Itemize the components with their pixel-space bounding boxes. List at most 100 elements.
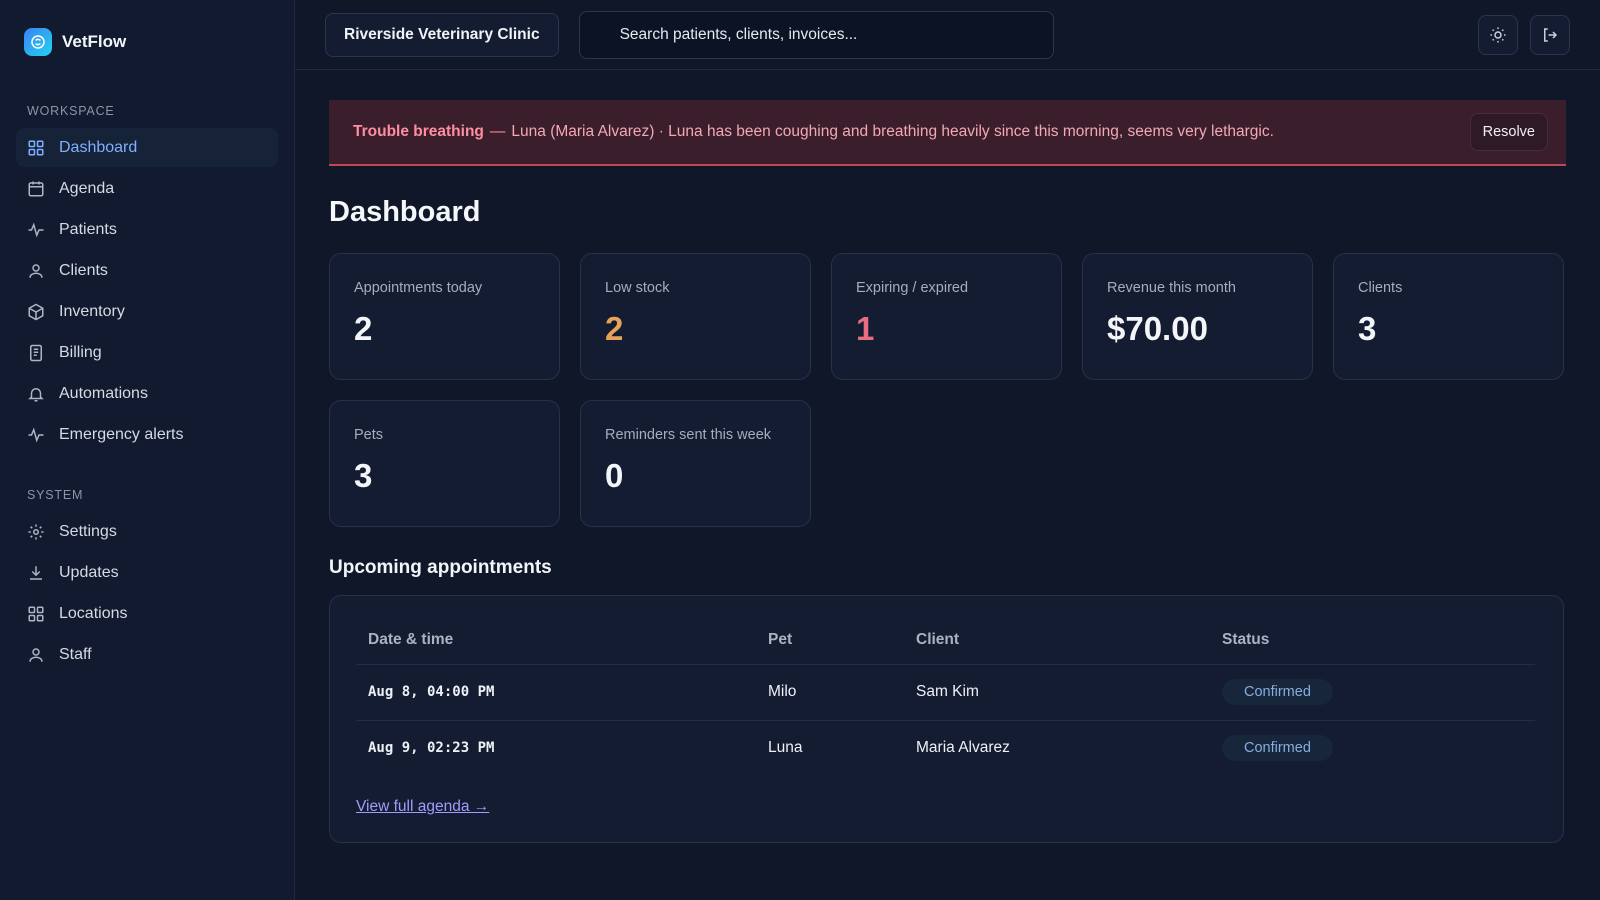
- top-actions: [1478, 14, 1570, 55]
- calendar-icon: [28, 181, 44, 196]
- receipt-icon: [30, 344, 42, 361]
- sidebar-item-emergency-alerts[interactable]: Emergency alerts: [16, 415, 278, 454]
- sidebar: VetFlow WORKSPACE Dashboard Agenda Patie…: [0, 0, 295, 900]
- logout-icon: [1544, 27, 1558, 42]
- stat-label: Expiring / expired: [856, 280, 969, 296]
- box-icon: [28, 303, 44, 320]
- appointments-card: Date & time Pet Client Status Aug 8, 04:…: [329, 595, 1564, 843]
- column-header-status: Status: [1210, 616, 1535, 665]
- stat-value: 3: [354, 457, 373, 494]
- stat-value: 3: [1358, 310, 1377, 347]
- brand-name: VetFlow: [62, 32, 127, 51]
- download-icon: [30, 565, 42, 580]
- appointment-datetime: Aug 9, 02:23 PM: [368, 740, 495, 757]
- appointment-pet: Luna: [768, 739, 803, 757]
- workspace-section-label: WORKSPACE: [27, 104, 115, 118]
- sidebar-item-label: Inventory: [59, 302, 125, 320]
- sidebar-item-inventory[interactable]: Inventory: [16, 292, 278, 331]
- appointments-table: Date & time Pet Client Status Aug 8, 04:…: [356, 616, 1535, 776]
- dashboard-content: Trouble breathing — Luna (Maria Alvarez)…: [295, 70, 1600, 843]
- emergency-alert-banner: Trouble breathing — Luna (Maria Alvarez)…: [329, 100, 1566, 166]
- stat-card-revenue[interactable]: Revenue this month $70.00: [1082, 253, 1313, 380]
- search-input[interactable]: [578, 10, 1054, 59]
- alert-text: Luna (Maria Alvarez) · Luna has been cou…: [511, 123, 1274, 140]
- sidebar-item-label: Patients: [59, 220, 117, 238]
- sidebar-item-staff[interactable]: Staff: [16, 635, 278, 674]
- pulse-icon: [28, 222, 44, 237]
- bell-icon: [28, 387, 44, 401]
- pulse-icon: [28, 427, 44, 442]
- main-area: Riverside Veterinary Clinic Trouble brea…: [295, 0, 1600, 900]
- brand[interactable]: VetFlow: [16, 0, 278, 84]
- page-title: Dashboard: [329, 196, 481, 228]
- appointment-status-cell: Confirmed: [1210, 664, 1535, 721]
- appointment-pet: Milo: [756, 664, 904, 721]
- sidebar-item-label: Emergency alerts: [59, 425, 184, 443]
- sidebar-item-label: Staff: [59, 645, 92, 663]
- stat-label: Reminders sent this week: [605, 427, 772, 443]
- sidebar-item-clients[interactable]: Clients: [16, 251, 278, 290]
- sidebar-item-label: Automations: [59, 384, 148, 402]
- table-row[interactable]: Aug 9, 02:23 PM Luna Maria Alvarez Confi…: [356, 720, 1535, 776]
- stat-label: Appointments today: [354, 280, 483, 296]
- status-badge: Confirmed: [1222, 679, 1333, 705]
- grid-icon: [28, 140, 44, 155]
- sidebar-item-label: Agenda: [59, 179, 115, 197]
- sidebar-item-label: Clients: [59, 261, 108, 279]
- appointment-client: Sam Kim: [904, 664, 1210, 721]
- sidebar-item-settings[interactable]: Settings: [16, 512, 278, 551]
- alert-title: Trouble breathing: [353, 123, 484, 140]
- sidebar-item-locations[interactable]: Locations: [16, 594, 278, 633]
- alert-separator: —: [489, 123, 506, 140]
- stat-value: 2: [354, 310, 373, 347]
- theme-toggle-button[interactable]: [1478, 14, 1518, 55]
- column-header-pet: Pet: [756, 616, 904, 665]
- stat-value: 2: [605, 310, 624, 347]
- sidebar-item-updates[interactable]: Updates: [16, 553, 278, 592]
- table-header-row: Date & time Pet Client Status: [356, 616, 1535, 665]
- sidebar-item-billing[interactable]: Billing: [16, 333, 278, 372]
- sidebar-item-patients[interactable]: Patients: [16, 210, 278, 249]
- sidebar-item-dashboard[interactable]: Dashboard: [16, 128, 278, 167]
- resolve-button[interactable]: Resolve: [1469, 113, 1548, 151]
- appointment-client: Maria Alvarez: [916, 739, 1010, 757]
- gear-icon: [28, 524, 44, 539]
- stat-card-clients[interactable]: Clients 3: [1333, 253, 1564, 380]
- user-icon: [29, 263, 43, 278]
- stats-grid: Appointments today 2 Low stock 2 Expirin…: [329, 253, 1566, 527]
- sidebar-item-label: Locations: [59, 604, 128, 622]
- stat-label: Revenue this month: [1107, 280, 1236, 296]
- table-row[interactable]: Aug 8, 04:00 PM Milo Sam Kim Confirmed: [356, 664, 1535, 721]
- sidebar-item-label: Settings: [59, 522, 117, 540]
- app-root: VetFlow WORKSPACE Dashboard Agenda Patie…: [0, 0, 1600, 900]
- sidebar-item-agenda[interactable]: Agenda: [16, 169, 278, 208]
- stat-card-low-stock[interactable]: Low stock 2: [580, 253, 811, 380]
- sidebar-item-label: Billing: [59, 343, 102, 361]
- stat-value: 1: [856, 310, 875, 347]
- stat-card-reminders[interactable]: Reminders sent this week 0: [580, 400, 811, 527]
- clinic-selector-button[interactable]: Riverside Veterinary Clinic: [325, 12, 559, 57]
- stat-label: Pets: [354, 427, 384, 443]
- sidebar-item-label: Dashboard: [59, 138, 138, 156]
- stat-card-pets[interactable]: Pets 3: [329, 400, 560, 527]
- user-icon: [29, 647, 43, 662]
- sidebar-item-label: Updates: [59, 563, 119, 581]
- appointment-datetime: Aug 8, 04:00 PM: [356, 664, 756, 721]
- stat-value: $70.00: [1107, 310, 1208, 347]
- vetflow-logo-icon: [24, 28, 52, 56]
- column-header-client: Client: [904, 616, 1210, 665]
- logout-button[interactable]: [1530, 14, 1570, 55]
- column-header-datetime: Date & time: [356, 616, 756, 665]
- stat-label: Clients: [1358, 280, 1403, 296]
- stat-card-expiring[interactable]: Expiring / expired 1: [831, 253, 1062, 380]
- stat-label: Low stock: [605, 280, 670, 296]
- upcoming-appointments-title: Upcoming appointments: [329, 557, 552, 578]
- stat-card-appointments-today[interactable]: Appointments today 2: [329, 253, 560, 380]
- topbar: Riverside Veterinary Clinic: [295, 0, 1600, 70]
- system-section-label: SYSTEM: [27, 488, 84, 502]
- stat-value: 0: [605, 457, 624, 494]
- view-full-agenda-link[interactable]: View full agenda →: [356, 798, 489, 816]
- sidebar-item-automations[interactable]: Automations: [16, 374, 278, 413]
- grid-icon: [28, 606, 44, 621]
- sun-icon: [1490, 27, 1506, 42]
